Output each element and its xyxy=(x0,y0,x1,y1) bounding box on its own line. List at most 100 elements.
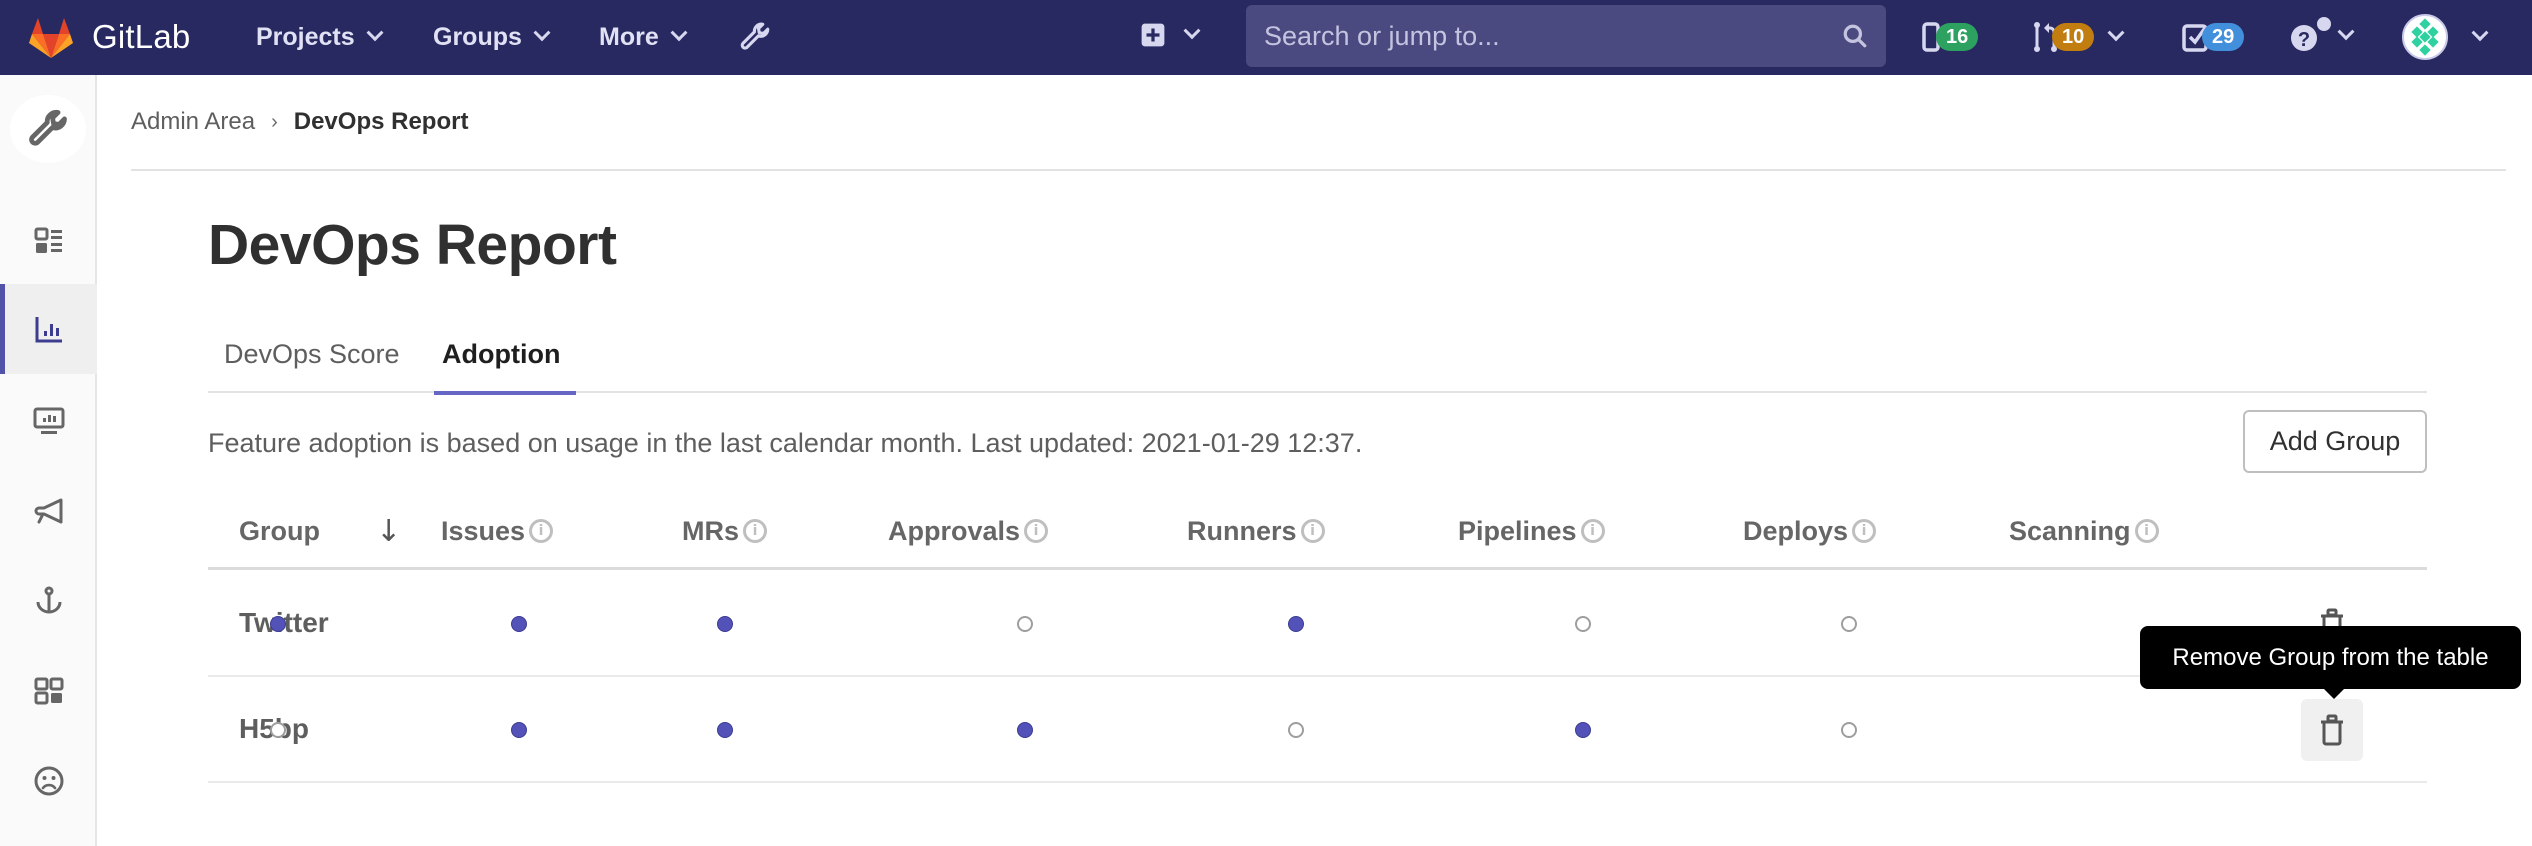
column-header-label: Issues xyxy=(441,515,526,546)
sidebar-item-hooks[interactable] xyxy=(0,556,97,646)
remove-group-button[interactable] xyxy=(2301,699,2363,761)
sidebar-item-abuse-reports[interactable] xyxy=(0,736,97,826)
issues-link[interactable]: 16 xyxy=(1922,22,1979,52)
more-menu[interactable]: More xyxy=(599,18,688,56)
overview-icon xyxy=(34,227,62,253)
table-row: Twitter xyxy=(208,571,2427,677)
merge-requests-count-badge: 10 xyxy=(2052,23,2095,51)
adopted-approvals-indicator xyxy=(717,722,733,738)
monitor-icon xyxy=(33,407,64,434)
sidebar-item-monitoring[interactable] xyxy=(0,376,97,466)
column-header-mrs: MRs i xyxy=(682,500,768,562)
info-icon[interactable]: i xyxy=(1852,519,1877,543)
chevron-down-icon xyxy=(366,24,384,42)
table-row: H5bp xyxy=(208,677,2427,783)
column-header-label: MRs xyxy=(682,515,740,546)
search-icon xyxy=(1843,24,1867,48)
column-header-label: Deploys xyxy=(1743,515,1849,546)
adopted-mrs-indicator xyxy=(511,722,527,738)
merge-requests-link[interactable]: 10 xyxy=(2032,20,2125,54)
column-header-label: Pipelines xyxy=(1458,515,1577,546)
todos-count-badge: 29 xyxy=(2202,23,2245,51)
report-tabs: DevOps Score Adoption xyxy=(208,315,2427,395)
chevron-right-icon: › xyxy=(271,110,278,133)
hook-icon xyxy=(36,586,61,614)
column-header-label: Group xyxy=(239,515,320,546)
adopted-approvals-indicator xyxy=(717,616,733,632)
chevron-down-icon xyxy=(670,24,688,42)
column-header-label: Scanning xyxy=(2009,515,2131,546)
column-header-label: Approvals xyxy=(888,515,1021,546)
breadcrumb-divider xyxy=(131,169,2506,171)
tab-devops-score[interactable]: DevOps Score xyxy=(208,315,416,393)
sidebar-item-messages[interactable] xyxy=(0,466,97,556)
sad-face-icon xyxy=(34,766,63,796)
adopted-runners-indicator xyxy=(1017,722,1033,738)
info-icon[interactable]: i xyxy=(529,519,554,543)
top-navbar: GitLab Projects Groups More Search or ju… xyxy=(0,0,2532,75)
wrench-icon xyxy=(29,109,67,146)
breadcrumb-current[interactable]: DevOps Report xyxy=(294,108,469,136)
tab-adoption[interactable]: Adoption xyxy=(426,315,577,395)
trash-icon xyxy=(2321,714,2343,746)
groups-menu-label: Groups xyxy=(433,22,522,51)
not-adopted-deploys-indicator xyxy=(1575,616,1591,632)
chevron-down-icon xyxy=(533,24,551,42)
adoption-table-header: Group ↓ Issues i MRs i Approvals i Runne… xyxy=(208,500,2427,570)
help-dropdown[interactable]: ? xyxy=(2290,16,2355,56)
chevron-down-icon xyxy=(2337,23,2355,41)
not-adopted-runners-indicator xyxy=(1017,616,1033,632)
adoption-description: Feature adoption is based on usage in th… xyxy=(208,428,1363,458)
column-header-issues: Issues i xyxy=(441,500,554,562)
column-header-group[interactable]: Group xyxy=(239,500,320,562)
user-menu[interactable] xyxy=(2402,14,2489,60)
breadcrumb-admin-area[interactable]: Admin Area xyxy=(131,108,255,136)
wrench-icon xyxy=(740,22,770,50)
groups-menu[interactable]: Groups xyxy=(433,18,551,56)
column-header-label: Runners xyxy=(1187,515,1297,546)
admin-area-link[interactable] xyxy=(738,20,772,54)
not-adopted-issues-indicator xyxy=(270,722,286,738)
bullhorn-icon xyxy=(34,498,62,524)
remove-group-tooltip: Remove Group from the table xyxy=(2140,626,2521,699)
todos-link[interactable]: 29 xyxy=(2182,22,2245,52)
new-dropdown[interactable] xyxy=(1140,22,1201,48)
info-icon[interactable]: i xyxy=(2134,519,2159,543)
info-icon[interactable]: i xyxy=(1580,519,1605,543)
adopted-deploys-indicator xyxy=(1575,722,1591,738)
applications-icon xyxy=(34,677,63,705)
projects-menu[interactable]: Projects xyxy=(256,18,384,56)
add-group-button[interactable]: Add Group xyxy=(2243,410,2427,473)
info-icon[interactable]: i xyxy=(743,519,768,543)
info-icon[interactable]: i xyxy=(1300,519,1325,543)
adopted-mrs-indicator xyxy=(511,616,527,632)
issues-count-badge: 16 xyxy=(1936,23,1979,51)
search-input[interactable] xyxy=(1264,20,1842,52)
sidebar-item-overview[interactable] xyxy=(0,196,97,286)
more-menu-label: More xyxy=(599,22,659,51)
info-icon[interactable]: i xyxy=(1024,519,1049,543)
column-header-scanning: Scanning i xyxy=(2009,500,2159,562)
adopted-pipelines-indicator xyxy=(1288,616,1304,632)
not-adopted-scanning-indicator xyxy=(1841,616,1857,632)
brand-name: GitLab xyxy=(92,18,191,55)
svg-text:?: ? xyxy=(2298,29,2310,51)
sidebar-item-admin-area[interactable] xyxy=(10,95,86,163)
sort-button[interactable]: ↓ xyxy=(376,500,401,562)
sidebar-item-analytics[interactable] xyxy=(0,284,97,374)
gitlab-home-link[interactable]: GitLab xyxy=(28,12,190,62)
question-icon: ? xyxy=(2291,17,2331,51)
sidebar-item-applications[interactable] xyxy=(0,646,97,736)
projects-menu-label: Projects xyxy=(256,22,355,51)
plus-square-icon xyxy=(1141,23,1165,47)
chart-icon xyxy=(35,317,62,343)
arrow-down-icon: ↓ xyxy=(376,513,402,549)
chevron-down-icon xyxy=(2471,24,2489,42)
column-header-deploys: Deploys i xyxy=(1743,500,1877,562)
gitlab-logo-icon xyxy=(29,18,73,58)
search-bar[interactable] xyxy=(1246,5,1886,67)
adopted-issues-indicator xyxy=(270,616,286,632)
page-title: DevOps Report xyxy=(208,213,617,277)
chevron-down-icon xyxy=(1183,22,1201,40)
not-adopted-pipelines-indicator xyxy=(1288,722,1304,738)
